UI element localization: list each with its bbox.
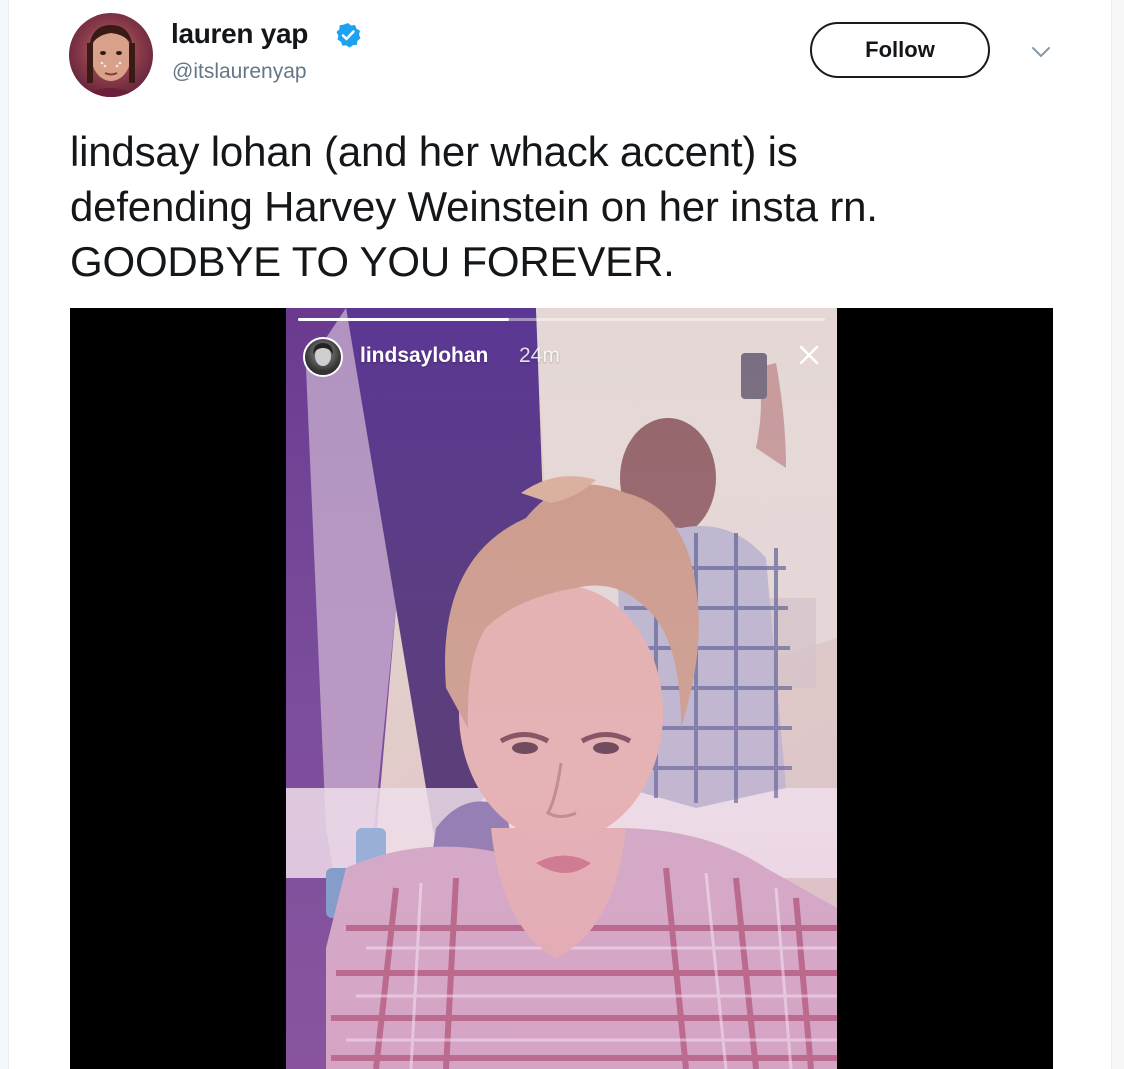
page-edge bbox=[0, 0, 9, 1069]
story-progress-bar bbox=[298, 318, 825, 321]
tweet-text-line: GOODBYE TO YOU FOREVER. bbox=[70, 238, 675, 285]
author-display-name[interactable]: lauren yap bbox=[171, 17, 308, 51]
instagram-story-frame: lindsaylohan 24m bbox=[286, 308, 837, 1069]
tweet-text-line: lindsay lohan (and her whack accent) is bbox=[70, 128, 798, 175]
verified-badge-icon bbox=[336, 23, 361, 48]
story-user-avatar[interactable] bbox=[303, 337, 343, 377]
tweet-text: lindsay lohan (and her whack accent) is … bbox=[70, 124, 1070, 289]
tweet-text-line: defending Harvey Weinstein on her insta … bbox=[70, 183, 878, 230]
avatar-portrait-icon bbox=[83, 25, 139, 97]
page-scrollbar[interactable] bbox=[1111, 0, 1124, 1069]
close-icon[interactable] bbox=[798, 344, 820, 366]
chevron-down-icon[interactable] bbox=[1028, 42, 1054, 62]
author-avatar[interactable] bbox=[69, 13, 153, 97]
story-avatar-portrait-icon bbox=[310, 343, 336, 375]
author-handle[interactable]: @itslaurenyap bbox=[172, 59, 307, 85]
follow-button[interactable]: Follow bbox=[810, 22, 990, 78]
story-username[interactable]: lindsaylohan bbox=[360, 343, 488, 369]
story-video-frame bbox=[286, 308, 837, 1069]
story-time-ago: 24m bbox=[519, 344, 560, 367]
tweet-media-video[interactable]: lindsaylohan 24m bbox=[70, 308, 1053, 1069]
tweet-card: lauren yap @itslaurenyap Follow lindsay … bbox=[0, 0, 1124, 1069]
story-progress-fill bbox=[298, 318, 509, 321]
